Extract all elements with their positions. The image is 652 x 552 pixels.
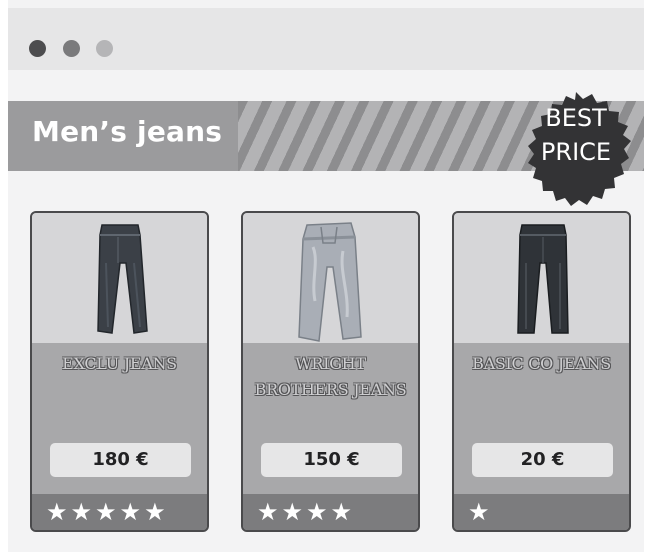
product-image[interactable]	[243, 213, 418, 343]
product-name[interactable]: EXCLU JEANS	[38, 351, 201, 377]
product-card[interactable]: EXCLU JEANS 180 € ★★★★★	[30, 211, 209, 532]
product-price: 150 €	[261, 443, 402, 477]
window-maximize-dot[interactable]	[96, 40, 113, 57]
star-rating-icons: ★★★★★	[46, 498, 169, 526]
jeans-icon	[517, 224, 569, 334]
window-minimize-dot[interactable]	[63, 40, 80, 57]
badge-text-line1: BEST	[545, 104, 607, 132]
product-image[interactable]	[32, 213, 207, 343]
product-name[interactable]: WRIGHT BROTHERS JEANS	[249, 351, 412, 403]
product-price: 180 €	[50, 443, 191, 477]
rating-bar: ★★★★★	[32, 494, 207, 530]
jeans-icon	[298, 222, 362, 342]
product-price: 20 €	[472, 443, 613, 477]
rating-bar: ★★★★	[243, 494, 418, 530]
star-rating-icons: ★	[468, 498, 493, 526]
category-title: Men’s jeans	[32, 115, 223, 148]
best-price-badge: BEST PRICE	[511, 90, 641, 220]
product-card[interactable]: WRIGHT BROTHERS JEANS 150 € ★★★★	[241, 211, 420, 532]
product-name[interactable]: BASIC CO JEANS	[460, 351, 623, 377]
browser-window: Men’s jeans BEST PRICE EXCLU JEANS 180 €…	[8, 0, 644, 552]
product-card[interactable]: BASIC CO JEANS 20 € ★	[452, 211, 631, 532]
jeans-icon	[97, 224, 148, 334]
window-titlebar	[8, 8, 644, 70]
product-image[interactable]	[454, 213, 629, 343]
star-rating-icons: ★★★★	[257, 498, 356, 526]
rating-bar: ★	[454, 494, 629, 530]
window-close-dot[interactable]	[29, 40, 46, 57]
badge-text-line2: PRICE	[540, 138, 612, 166]
